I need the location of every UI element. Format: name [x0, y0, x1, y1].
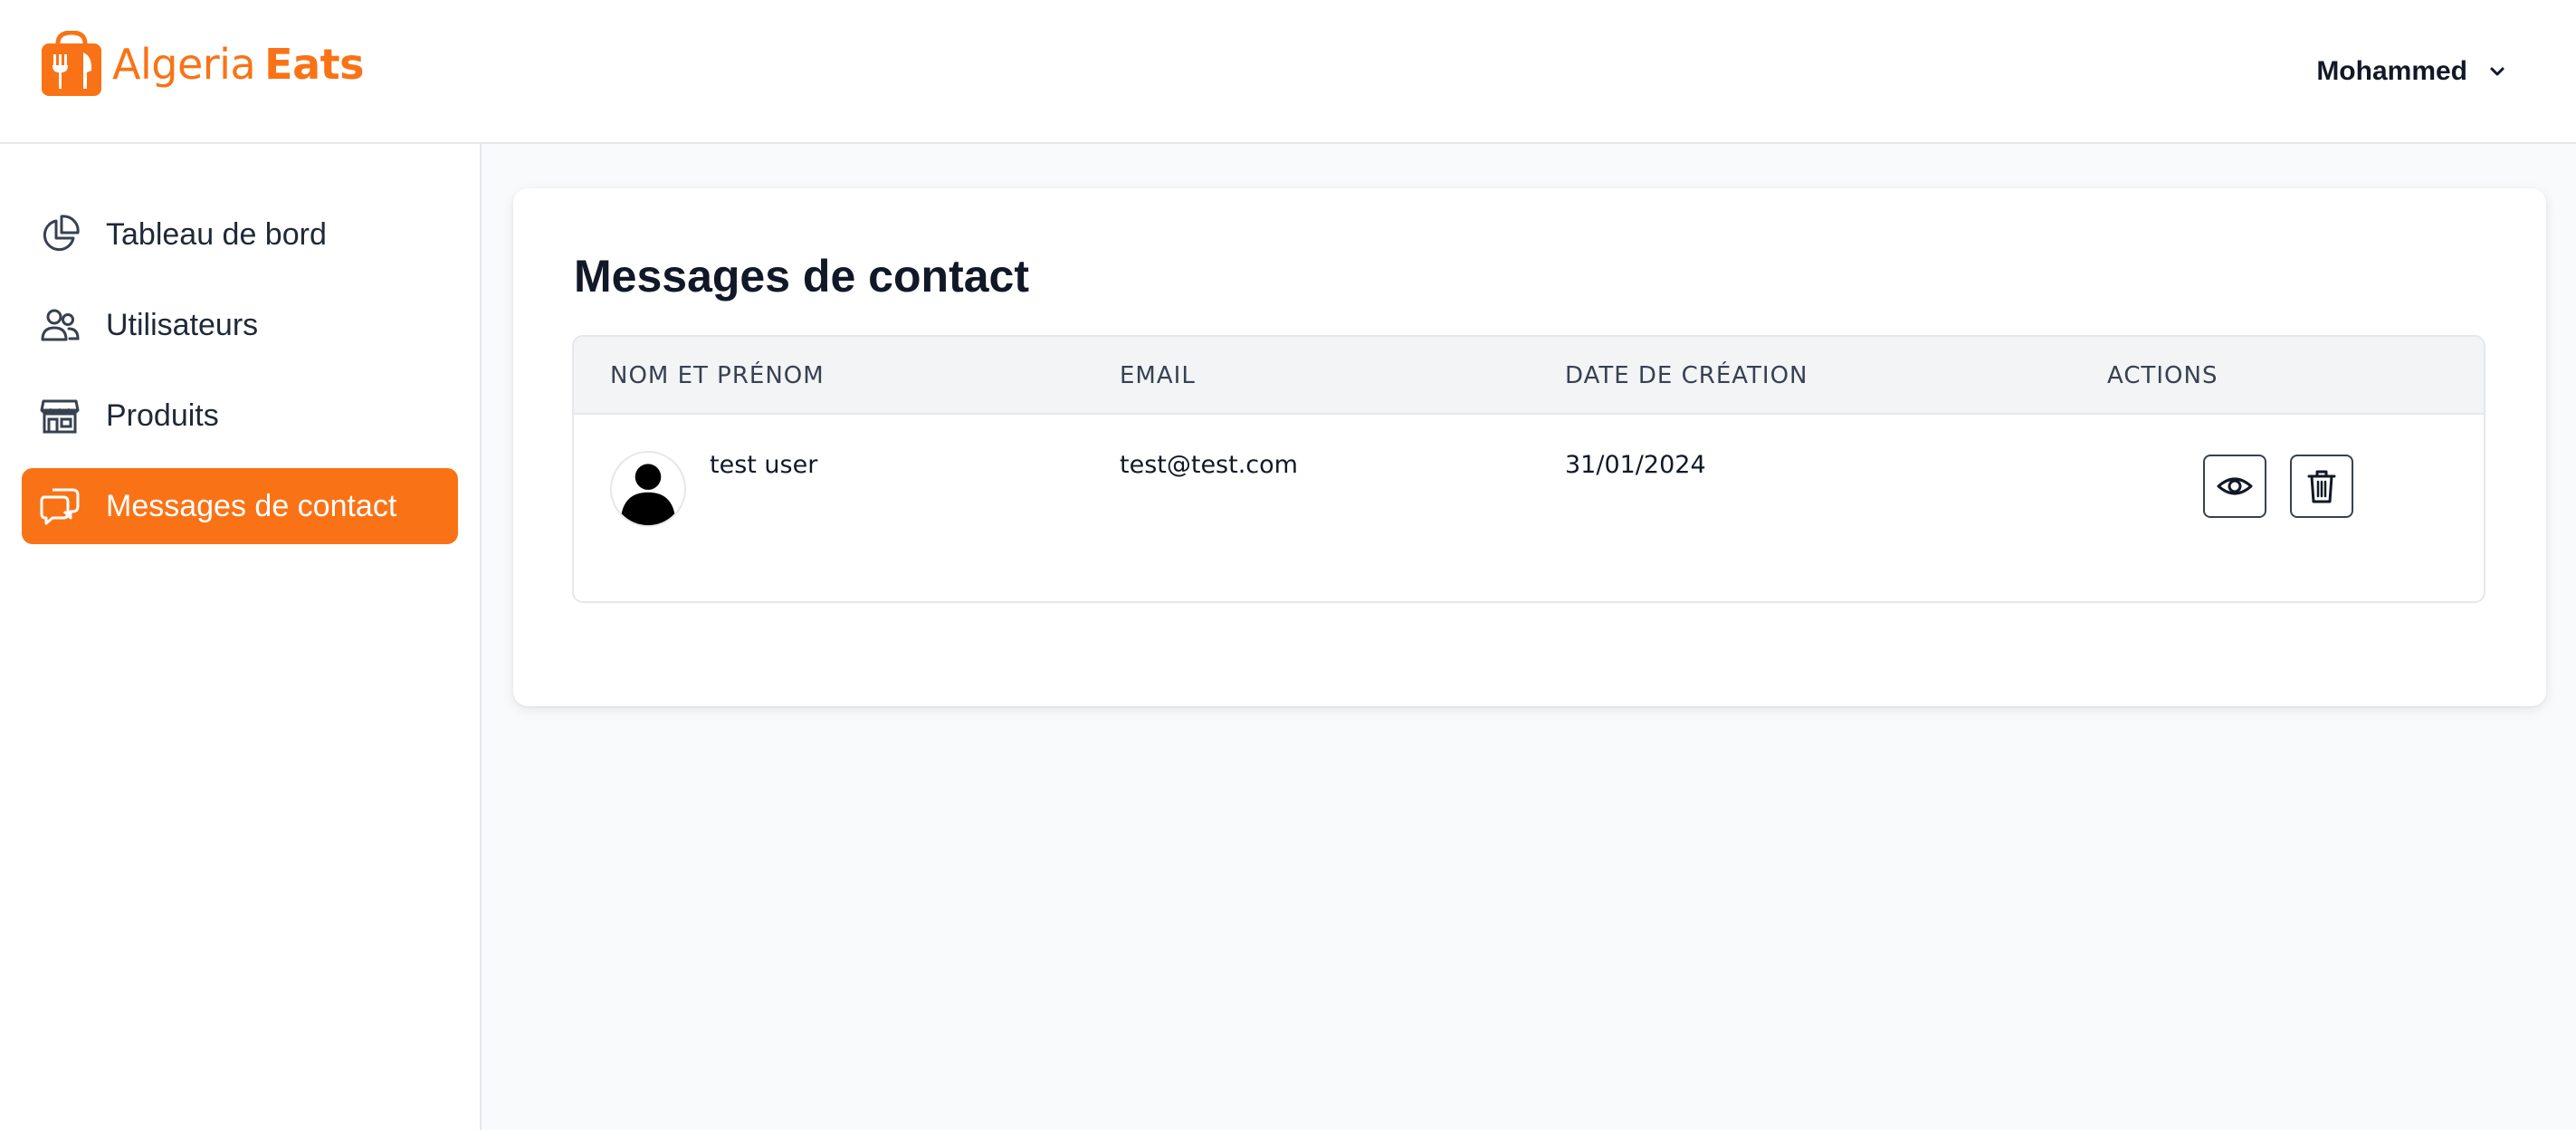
- logo-word-algeria: Algeria: [112, 40, 256, 89]
- sidebar-item-utilisateurs[interactable]: Utilisateurs: [22, 287, 458, 363]
- delete-message-button[interactable]: [2290, 455, 2353, 518]
- user-avatar-icon: [620, 464, 676, 525]
- logo[interactable]: Algeria Eats: [40, 31, 364, 98]
- column-header-email[interactable]: EMAIL: [1120, 362, 1196, 389]
- cell-email: test@test.com: [1120, 451, 1298, 479]
- cell-date: 31/01/2024: [1565, 451, 1706, 479]
- chevron-down-icon: [2490, 67, 2504, 76]
- logo-text: Algeria Eats: [112, 40, 364, 89]
- sidebar-item-produits[interactable]: Produits: [22, 378, 458, 454]
- column-header-actions: ACTIONS: [2107, 362, 2218, 389]
- sidebar-item-tableau-de-bord[interactable]: Tableau de bord: [22, 196, 458, 273]
- sidebar: Tableau de bord Utilisateurs Produits Me…: [0, 144, 482, 1130]
- table-header: NOM ET PRÉNOM EMAIL DATE DE CRÉATION ACT…: [574, 337, 2484, 415]
- column-header-name[interactable]: NOM ET PRÉNOM: [610, 362, 825, 389]
- sidebar-item-label: Tableau de bord: [106, 216, 327, 252]
- user-menu[interactable]: Mohammed: [2316, 51, 2507, 92]
- store-icon: [40, 399, 80, 434]
- sidebar-item-label: Utilisateurs: [106, 307, 259, 342]
- eye-icon: [2217, 477, 2253, 495]
- pie-chart-icon: [43, 215, 80, 252]
- logo-word-eats: Eats: [264, 40, 364, 89]
- table-row: test user test@test.com 31/01/2024: [574, 415, 2484, 560]
- sidebar-item-messages-de-contact[interactable]: Messages de contact: [22, 468, 458, 544]
- messages-table: NOM ET PRÉNOM EMAIL DATE DE CRÉATION ACT…: [572, 335, 2485, 603]
- sidebar-item-label: Messages de contact: [106, 488, 397, 523]
- column-header-date[interactable]: DATE DE CRÉATION: [1565, 362, 1808, 389]
- sidebar-item-label: Produits: [106, 397, 219, 433]
- top-bar: Algeria Eats Mohammed: [0, 0, 2576, 144]
- trash-icon: [2307, 470, 2336, 503]
- cell-name: test user: [710, 451, 818, 479]
- fork-knife-bag-icon: [42, 31, 101, 96]
- user-name: Mohammed: [2316, 56, 2467, 86]
- page-title: Messages de contact: [574, 251, 1029, 302]
- view-message-button[interactable]: [2203, 455, 2266, 518]
- users-icon: [41, 309, 80, 341]
- avatar: [610, 451, 686, 527]
- chat-bubbles-icon: [40, 488, 80, 525]
